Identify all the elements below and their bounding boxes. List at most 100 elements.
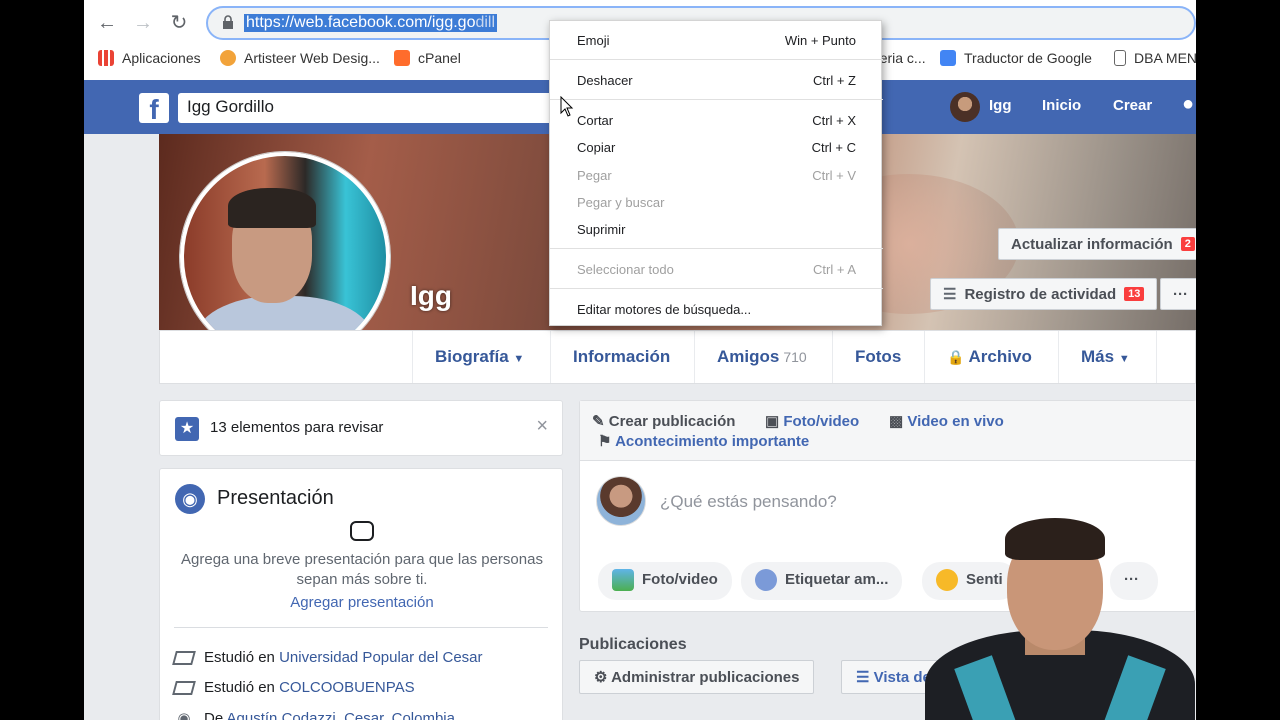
- activity-log-badge: 13: [1124, 287, 1145, 301]
- more-options-button[interactable]: ···: [1160, 278, 1196, 310]
- reload-icon[interactable]: ↻: [166, 10, 192, 36]
- bookmark-dba[interactable]: DBA MEN: [1114, 50, 1196, 66]
- divider: [174, 627, 548, 628]
- tab-label: Biografía: [435, 347, 509, 366]
- tag-people-icon: [755, 569, 777, 591]
- header-avatar[interactable]: [950, 92, 980, 122]
- bookmark-label: cPanel: [418, 50, 461, 66]
- google-translate-icon: [940, 50, 956, 66]
- header-profile-link[interactable]: Igg: [989, 97, 1012, 114]
- bookmark-apps[interactable]: Aplicaciones: [98, 50, 201, 66]
- close-icon[interactable]: ×: [536, 415, 548, 438]
- lock-icon: 🔒: [947, 349, 965, 365]
- live-video-tab[interactable]: ▩ Video en vivo: [889, 412, 1004, 430]
- composer-avatar: [596, 476, 646, 526]
- menu-item-undo[interactable]: Deshacer Ctrl + Z: [550, 67, 883, 93]
- intro-title: Presentación: [217, 487, 334, 509]
- composer-header: ✎ Crear publicación ▣ Foto/video ▩ Video…: [580, 401, 1196, 461]
- photo-icon: [612, 569, 634, 591]
- graduation-cap-icon: [172, 680, 196, 695]
- tab-photos[interactable]: Fotos: [832, 331, 924, 383]
- menu-item-paste[interactable]: Pegar Ctrl + V: [550, 162, 883, 188]
- tab-label: Más: [1081, 347, 1115, 366]
- bookmark-translate[interactable]: Traductor de Google: [940, 50, 1092, 66]
- facebook-logo-icon[interactable]: f: [139, 93, 169, 125]
- bookmark-label: Traductor de Google: [964, 50, 1092, 66]
- tag-friends-button[interactable]: Etiquetar am...: [741, 562, 903, 600]
- intro-row-education: Estudió en Universidad Popular del Cesar: [172, 649, 483, 666]
- school-link[interactable]: Universidad Popular del Cesar: [279, 649, 482, 666]
- review-items-card[interactable]: ★ 13 elementos para revisar ×: [159, 400, 563, 456]
- create-post-tab[interactable]: ✎ Crear publicación: [592, 412, 735, 430]
- caret-down-icon: ▼: [513, 353, 525, 365]
- menu-divider: [550, 288, 883, 289]
- back-arrow-icon[interactable]: ←: [94, 10, 120, 36]
- camera-icon: ▣: [765, 413, 780, 430]
- menu-divider: [550, 59, 883, 60]
- menu-item-edit-search-engines[interactable]: Editar motores de búsqueda...: [550, 296, 883, 322]
- menu-item-paste-and-search[interactable]: Pegar y buscar: [550, 189, 883, 215]
- tab-friends[interactable]: Amigos 710: [694, 331, 832, 383]
- photo-video-button[interactable]: Foto/video: [598, 562, 732, 600]
- nav-home[interactable]: Inicio: [1042, 97, 1081, 114]
- video-camera-icon: ▩: [889, 413, 904, 430]
- location-pin-icon: ◉: [177, 710, 191, 720]
- bookmark-artisteer[interactable]: Artisteer Web Desig...: [220, 50, 380, 66]
- life-event-tab[interactable]: ⚑ Acontecimiento importante: [598, 432, 809, 450]
- list-icon: ☰: [943, 286, 957, 303]
- bookmark-label: Aplicaciones: [122, 50, 201, 66]
- friends-count: 710: [783, 349, 807, 365]
- update-info-label: Actualizar información: [1011, 235, 1173, 253]
- timeline-nav: Biografía ▼ Información Amigos 710 Fotos …: [159, 330, 1196, 384]
- tab-label: Archivo: [968, 347, 1032, 366]
- friend-requests-icon[interactable]: ●: [1182, 93, 1194, 116]
- caret-down-icon: ▼: [1118, 353, 1130, 365]
- review-text: 13 elementos para revisar: [210, 419, 384, 436]
- url-text: https://web.facebook.com/igg.godill: [244, 14, 498, 32]
- tab-more[interactable]: Más ▼: [1058, 331, 1156, 383]
- bookmark-label: DBA MEN: [1134, 50, 1196, 66]
- activity-log-button[interactable]: ☰ Registro de actividad 13: [930, 278, 1158, 310]
- search-input[interactable]: Igg Gordillo: [178, 93, 558, 123]
- apps-grid-icon: [98, 50, 114, 66]
- artisteer-icon: [220, 50, 236, 66]
- update-info-button[interactable]: Actualizar información 2: [998, 228, 1196, 260]
- tab-label: Información: [573, 347, 671, 366]
- hometown-link[interactable]: Agustín Codazzi, Cesar, Colombia: [227, 710, 455, 720]
- post-text-input[interactable]: ¿Qué estás pensando?: [660, 492, 837, 512]
- nav-create[interactable]: Crear: [1113, 97, 1152, 114]
- webcam-overlay: [925, 510, 1195, 720]
- intro-description: Agrega una breve presentación para que l…: [181, 551, 543, 588]
- star-icon: ★: [175, 417, 199, 441]
- tab-information[interactable]: Información: [550, 331, 694, 383]
- forward-arrow-icon[interactable]: →: [130, 10, 156, 36]
- update-info-badge: 2: [1180, 237, 1195, 251]
- mouse-cursor-icon: [560, 96, 574, 117]
- pencil-icon: ✎: [592, 413, 605, 430]
- tab-biography[interactable]: Biografía ▼: [412, 331, 550, 383]
- settings-list-icon: ⚙: [594, 669, 608, 686]
- more-dots-icon: ···: [1173, 285, 1188, 303]
- tab-archive[interactable]: 🔒 Archivo: [924, 331, 1058, 383]
- menu-item-emoji[interactable]: Emoji Win + Punto: [550, 27, 883, 53]
- tab-label: Amigos: [717, 347, 780, 366]
- intro-card: ◉ Presentación Agrega una breve presenta…: [159, 468, 563, 720]
- photo-video-tab[interactable]: ▣ Foto/video: [765, 412, 859, 430]
- manage-posts-button[interactable]: ⚙ Administrar publicaciones: [579, 660, 815, 694]
- school-link[interactable]: COLCOOBUENPAS: [279, 679, 415, 696]
- intro-row-hometown: ◉ De Agustín Codazzi, Cesar, Colombia: [174, 709, 455, 720]
- menu-divider: [550, 248, 883, 249]
- menu-item-select-all[interactable]: Seleccionar todo Ctrl + A: [550, 256, 883, 282]
- menu-item-cut[interactable]: Cortar Ctrl + X: [550, 107, 883, 133]
- globe-icon: ◉: [175, 484, 205, 514]
- menu-item-delete[interactable]: Suprimir: [550, 216, 883, 242]
- activity-log-label: Registro de actividad: [964, 285, 1117, 303]
- menu-divider: [550, 99, 883, 100]
- list-icon: ☰: [856, 669, 870, 686]
- menu-item-copy[interactable]: Copiar Ctrl + C: [550, 134, 883, 160]
- lock-icon: [223, 15, 233, 29]
- intro-row-education: Estudió en COLCOOBUENPAS: [172, 679, 415, 696]
- bookmark-cpanel[interactable]: cPanel: [394, 50, 461, 66]
- add-intro-link[interactable]: Agregar presentación: [160, 594, 564, 611]
- document-icon: [1114, 50, 1126, 66]
